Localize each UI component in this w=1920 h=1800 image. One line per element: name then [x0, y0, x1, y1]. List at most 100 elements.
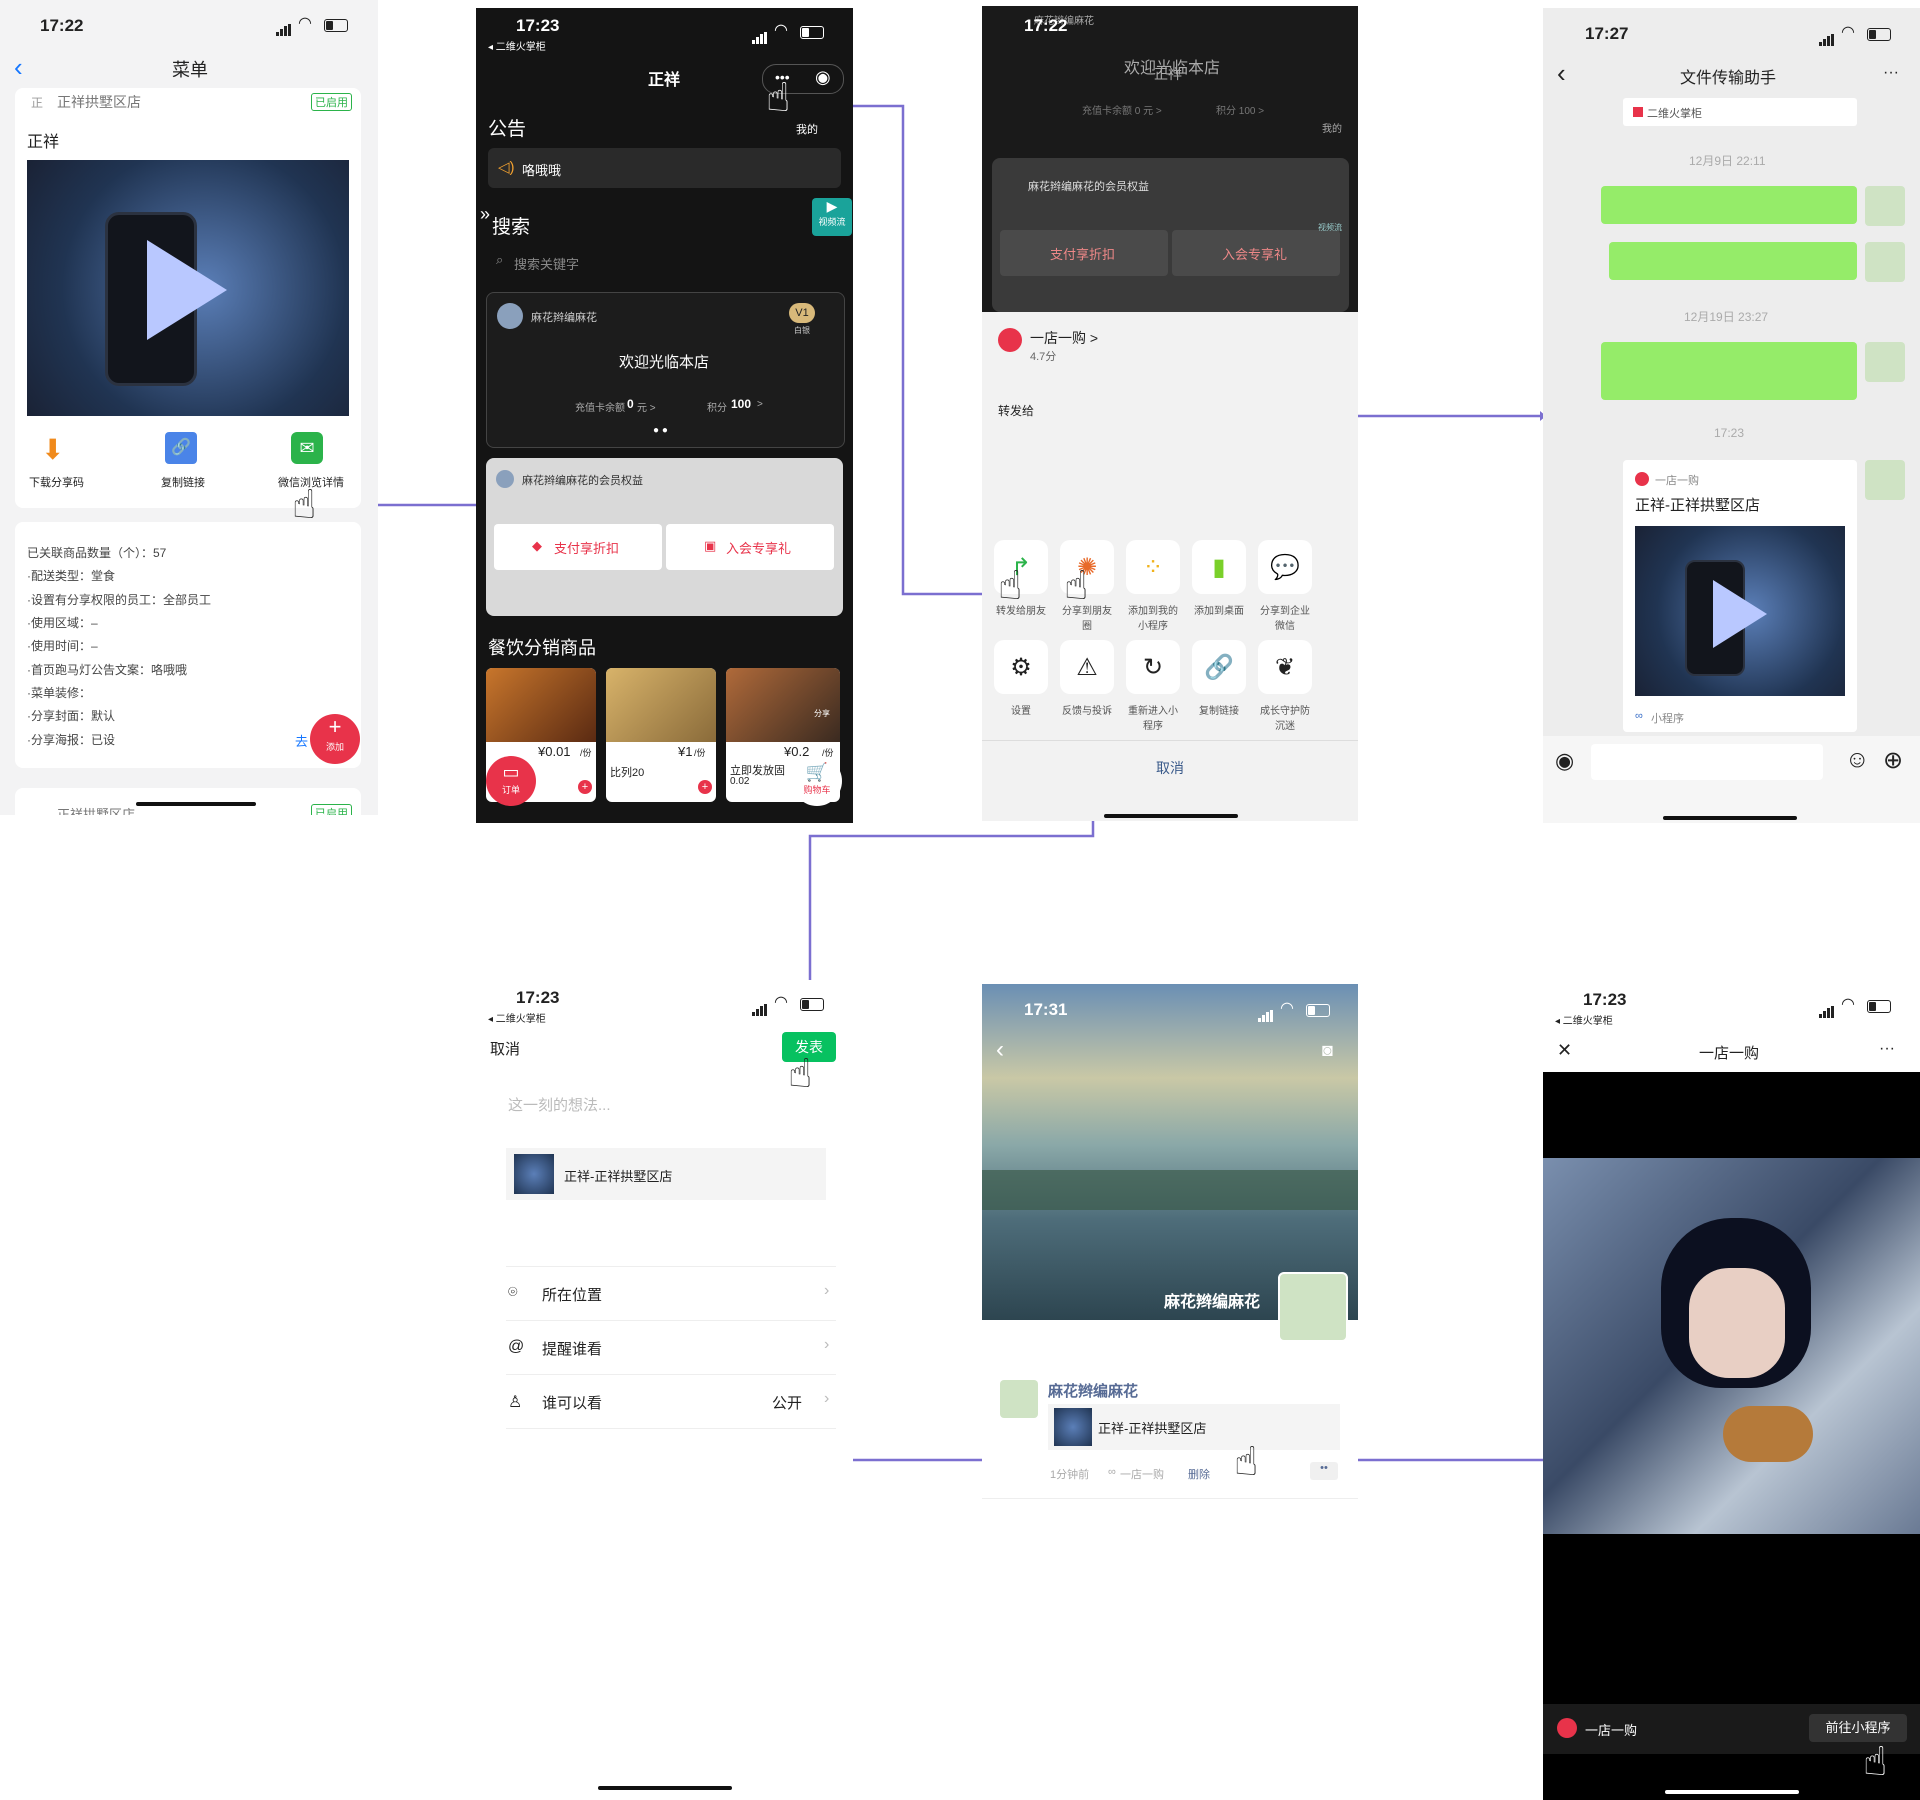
tap-pointer-icon: ☝ — [1863, 1740, 1888, 1784]
cancel-button[interactable]: 取消 — [1156, 758, 1184, 778]
delete-button[interactable]: 删除 — [1188, 1466, 1210, 1482]
warning-icon[interactable]: ⚠ — [1060, 640, 1114, 694]
growth-guard-icon[interactable]: ❦ — [1258, 640, 1312, 694]
close-target-icon[interactable]: ◉ — [815, 67, 831, 88]
work-wechat-icon[interactable]: 💬 — [1258, 540, 1312, 594]
share-badge[interactable]: 分享 — [814, 708, 830, 719]
reload-label[interactable]: 重新进入小程序 — [1124, 702, 1182, 732]
add-to-cart-icon[interactable]: + — [698, 780, 712, 794]
add-mini-program-icon[interactable]: ⁘ — [1126, 540, 1180, 594]
avatar[interactable] — [1865, 460, 1905, 500]
settings-label[interactable]: 设置 — [992, 702, 1050, 717]
battery-icon — [324, 19, 348, 32]
back-icon[interactable]: ‹ — [14, 52, 23, 83]
gift-button[interactable]: ▣ 入会专享礼 — [666, 524, 834, 570]
row-visibility[interactable]: ♙ 谁可以看 公开 › — [506, 1376, 836, 1428]
action-download-label[interactable]: 下载分享码 — [29, 474, 84, 490]
more-icon[interactable]: ··· — [1879, 1040, 1895, 1058]
settings-icon[interactable]: ⚙ — [994, 640, 1048, 694]
cart-button[interactable]: 🛒 购物车 — [792, 756, 842, 806]
camera-icon[interactable]: ◙ — [1322, 1040, 1333, 1061]
sword-hilt — [1723, 1406, 1813, 1462]
add-to-cart-icon[interactable]: + — [578, 780, 592, 794]
cancel-button[interactable]: 取消 — [490, 1038, 520, 1059]
balance-value: 0 — [627, 397, 634, 411]
notice-heading: 公告 — [488, 119, 527, 140]
plus-icon[interactable]: ⊕ — [1883, 746, 1903, 775]
more-icon[interactable]: •• — [1310, 1462, 1338, 1480]
post-app[interactable]: 一店一购 — [1120, 1466, 1164, 1482]
reload-icon[interactable]: ↻ — [1126, 640, 1180, 694]
goods-image — [486, 668, 596, 742]
chat-bubble[interactable] — [1609, 242, 1857, 280]
timestamp: 12月19日 23:27 — [1684, 310, 1769, 324]
voice-icon[interactable]: ◉ — [1555, 748, 1574, 774]
next-enabled-badge: 已启用 — [311, 804, 352, 815]
mini-app-name[interactable]: 一店一购 > — [1030, 328, 1098, 348]
timestamp: 17:23 — [1714, 426, 1745, 440]
back-to-app[interactable]: ◂ 二维火掌柜 — [488, 38, 546, 53]
mini-program-icon: ∞ — [1635, 710, 1643, 722]
copy-link-icon[interactable]: 🔗 — [1192, 640, 1246, 694]
chevron-right-icon: › — [824, 1336, 830, 1353]
emoji-icon[interactable]: ☺ — [1845, 746, 1870, 774]
balance-unit[interactable]: 元 > — [637, 399, 656, 414]
avatar[interactable] — [1865, 342, 1905, 382]
shared-link-preview[interactable]: 正祥-正祥拱墅区店 — [506, 1148, 826, 1200]
person-icon: ♙ — [508, 1394, 523, 1411]
work-wechat-label[interactable]: 分享到企业微信 — [1256, 602, 1314, 632]
message-input[interactable] — [1591, 744, 1823, 780]
chat-bubble[interactable] — [1601, 342, 1857, 400]
copy-link-label[interactable]: 复制链接 — [1190, 702, 1248, 717]
link-icon[interactable]: 🔗 — [165, 432, 197, 464]
expand-icon[interactable]: » — [480, 204, 490, 225]
points-label: 积分 — [707, 403, 727, 414]
battery-icon — [800, 998, 824, 1011]
thought-input[interactable]: 这一刻的想法... — [508, 1094, 611, 1115]
row-remind[interactable]: @ 提醒谁看 › — [506, 1322, 836, 1374]
growth-guard-label[interactable]: 成长守护防沉迷 — [1256, 702, 1314, 732]
goods-card[interactable]: ¥1 /份 比列20 + — [606, 668, 716, 802]
status-time: 17:23 — [516, 16, 560, 35]
discount-button[interactable]: ◆ 支付享折扣 — [494, 524, 662, 570]
profile-avatar[interactable] — [1278, 1272, 1348, 1342]
download-icon[interactable]: ⬇ — [41, 434, 77, 466]
poster-name[interactable]: 麻花辫编麻花 — [1048, 1380, 1138, 1401]
store-icon: 正 — [31, 96, 44, 110]
chat-bubble[interactable] — [1601, 186, 1857, 224]
chevron-right-icon: › — [824, 1390, 830, 1407]
points-arrow[interactable]: > — [757, 399, 763, 410]
add-mini-program-label[interactable]: 添加到我的小程序 — [1124, 602, 1182, 632]
link-icon: ∞ — [1108, 1466, 1116, 1478]
back-to-app[interactable]: ◂ 二维火掌柜 — [1555, 1012, 1613, 1027]
app-logo-icon — [998, 328, 1022, 352]
back-icon[interactable]: ‹ — [996, 1036, 1004, 1064]
search-input[interactable]: 搜索关键字 — [514, 254, 579, 273]
avatar[interactable] — [1865, 242, 1905, 282]
go-link[interactable]: 去 — [295, 731, 308, 750]
close-icon[interactable]: ✕ — [1557, 1040, 1572, 1061]
file-message[interactable]: 二维火掌柜 — [1623, 98, 1857, 126]
add-desktop-label[interactable]: 添加到桌面 — [1190, 602, 1248, 617]
feedback-label[interactable]: 反馈与投诉 — [1058, 702, 1116, 717]
page-title: 一店一购 — [1699, 1045, 1760, 1062]
cart-icon: 🛒 — [805, 762, 829, 782]
video-stream-button[interactable]: ▶ 视频流 — [812, 198, 852, 236]
order-button[interactable]: ▭ 订单 — [486, 756, 536, 806]
shared-link-preview[interactable]: 正祥-正祥拱墅区店 — [1048, 1404, 1340, 1450]
back-icon[interactable]: ‹ — [1557, 58, 1566, 89]
row-location[interactable]: ⌾ 所在位置 › — [506, 1268, 836, 1320]
add-desktop-icon[interactable]: ▮ — [1192, 540, 1246, 594]
my-label[interactable]: 我的 — [796, 121, 818, 137]
back-to-app[interactable]: ◂ 二维火掌柜 — [488, 1010, 546, 1025]
go-mini-program-button[interactable]: 前往小程序 — [1809, 1714, 1907, 1742]
poster-avatar[interactable] — [1000, 1380, 1038, 1418]
wifi-icon: ◠ — [1280, 1000, 1294, 1017]
action-copy-link-label[interactable]: 复制链接 — [161, 474, 205, 490]
mini-program-card[interactable]: 一店一购 正祥-正祥拱墅区店 ∞ 小程序 — [1623, 460, 1857, 732]
more-icon[interactable]: ··· — [1883, 64, 1899, 82]
wechat-icon[interactable]: ✉ — [291, 432, 323, 464]
add-button[interactable]: + 添加 — [310, 714, 360, 764]
bg-video: 视频流 — [1318, 223, 1342, 232]
avatar[interactable] — [1865, 186, 1905, 226]
